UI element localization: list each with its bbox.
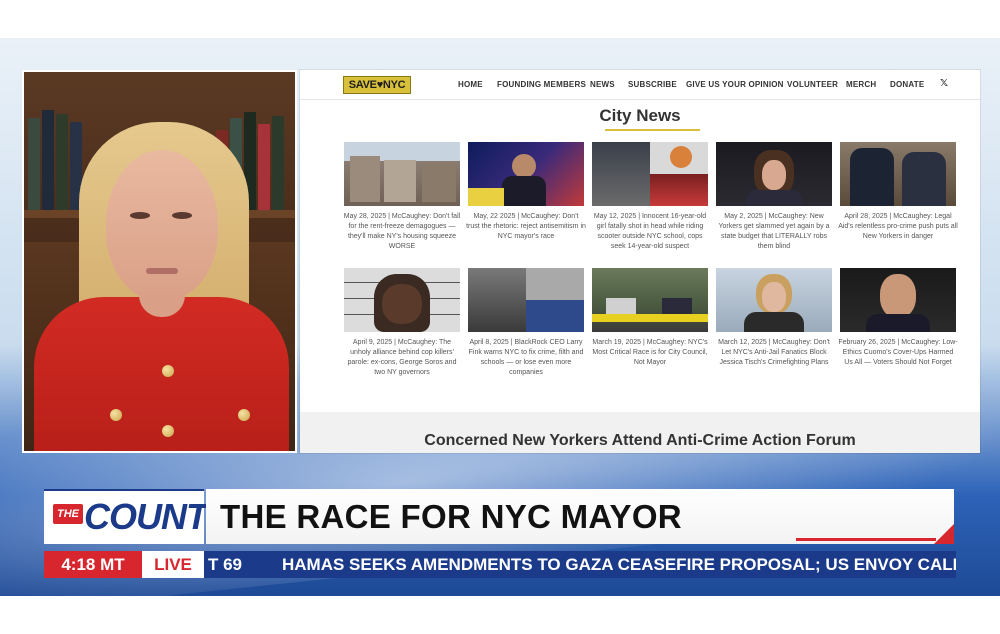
article-caption[interactable]: May, 22 2025 | McCaughey: Don't trust th…	[466, 212, 586, 242]
article-caption[interactable]: May 2, 2025 | McCaughey: New Yorkers get…	[714, 212, 834, 252]
article-caption[interactable]: April 9, 2025 | McCaughey: The unholy al…	[342, 338, 462, 378]
article-thumbnail[interactable]	[468, 142, 584, 206]
article-caption[interactable]: April 8, 2025 | BlackRock CEO Larry Fink…	[466, 338, 586, 378]
nav-founding-members[interactable]: FOUNDING MEMBERS	[497, 80, 586, 89]
article-caption[interactable]: May 12, 2025 | Innocent 16-year-old girl…	[590, 212, 710, 252]
nav-merch[interactable]: MERCH	[846, 80, 876, 89]
article-caption[interactable]: February 26, 2025 | McCaughey: Low-Ethic…	[838, 338, 958, 368]
nav-subscribe[interactable]: SUBSCRIBE	[628, 80, 677, 89]
guest-face	[106, 150, 218, 300]
article-thumbnail[interactable]	[716, 142, 832, 206]
site-logo[interactable]: SAVE♥NYC	[343, 76, 411, 94]
article-thumbnail[interactable]	[840, 268, 956, 332]
article-caption[interactable]: March 19, 2025 | McCaughey: NYC's Most C…	[590, 338, 710, 368]
ticker-text: HAMAS SEEKS AMENDMENTS TO GAZA CEASEFIRE…	[282, 555, 956, 574]
article-thumbnail[interactable]	[468, 268, 584, 332]
article-thumbnail[interactable]	[344, 268, 460, 332]
headline-accent-line	[796, 538, 936, 541]
headline-accent-corner	[934, 524, 954, 544]
lower-third: THE COUNT THE RACE FOR NYC MAYOR 4:18 MT…	[0, 452, 1000, 596]
ticker-prefix: T 69	[208, 555, 243, 574]
forum-heading[interactable]: Concerned New Yorkers Attend Anti-Crime …	[300, 432, 980, 450]
site-navbar: SAVE♥NYC HOME FOUNDING MEMBERS NEWS SUBS…	[300, 70, 980, 100]
article-thumbnail[interactable]	[840, 142, 956, 206]
guest-person	[24, 72, 295, 451]
brand-the-badge: THE	[53, 504, 83, 524]
nav-give-opinion[interactable]: GIVE US YOUR OPINION	[686, 80, 784, 89]
guest-video-feed	[22, 70, 297, 453]
article-thumbnail[interactable]	[716, 268, 832, 332]
headline: THE RACE FOR NYC MAYOR	[220, 498, 682, 535]
article-thumbnail[interactable]	[592, 268, 708, 332]
nav-home[interactable]: HOME	[458, 80, 483, 89]
article-thumbnail[interactable]	[344, 142, 460, 206]
section-title-underline	[605, 129, 700, 131]
article-caption[interactable]: March 12, 2025 | McCaughey: Don't Let NY…	[714, 338, 834, 368]
nav-volunteer[interactable]: VOLUNTEER	[787, 80, 838, 89]
live-badge: LIVE	[142, 551, 204, 578]
clock-time: 4:18 MT	[44, 551, 142, 578]
article-caption[interactable]: April 28, 2025 | McCaughey: Legal Aid's …	[838, 212, 958, 242]
section-title: City News	[599, 106, 681, 125]
brand-count-wordmark: COUNT	[84, 496, 208, 537]
show-brand-box: THE COUNT	[44, 489, 208, 544]
guest-jacket	[34, 297, 289, 451]
website-panel: SAVE♥NYC HOME FOUNDING MEMBERS NEWS SUBS…	[300, 70, 980, 453]
x-social-icon[interactable]: 𝕏	[940, 78, 948, 89]
article-thumbnail[interactable]	[592, 142, 708, 206]
nav-news[interactable]: NEWS	[590, 80, 615, 89]
news-ticker: T 69 HAMAS SEEKS AMENDMENTS TO GAZA CEAS…	[204, 551, 956, 578]
headline-box: THE RACE FOR NYC MAYOR	[206, 489, 954, 544]
article-caption[interactable]: May 28, 2025 | McCaughey: Don't fall for…	[342, 212, 462, 252]
nav-donate[interactable]: DONATE	[890, 80, 924, 89]
